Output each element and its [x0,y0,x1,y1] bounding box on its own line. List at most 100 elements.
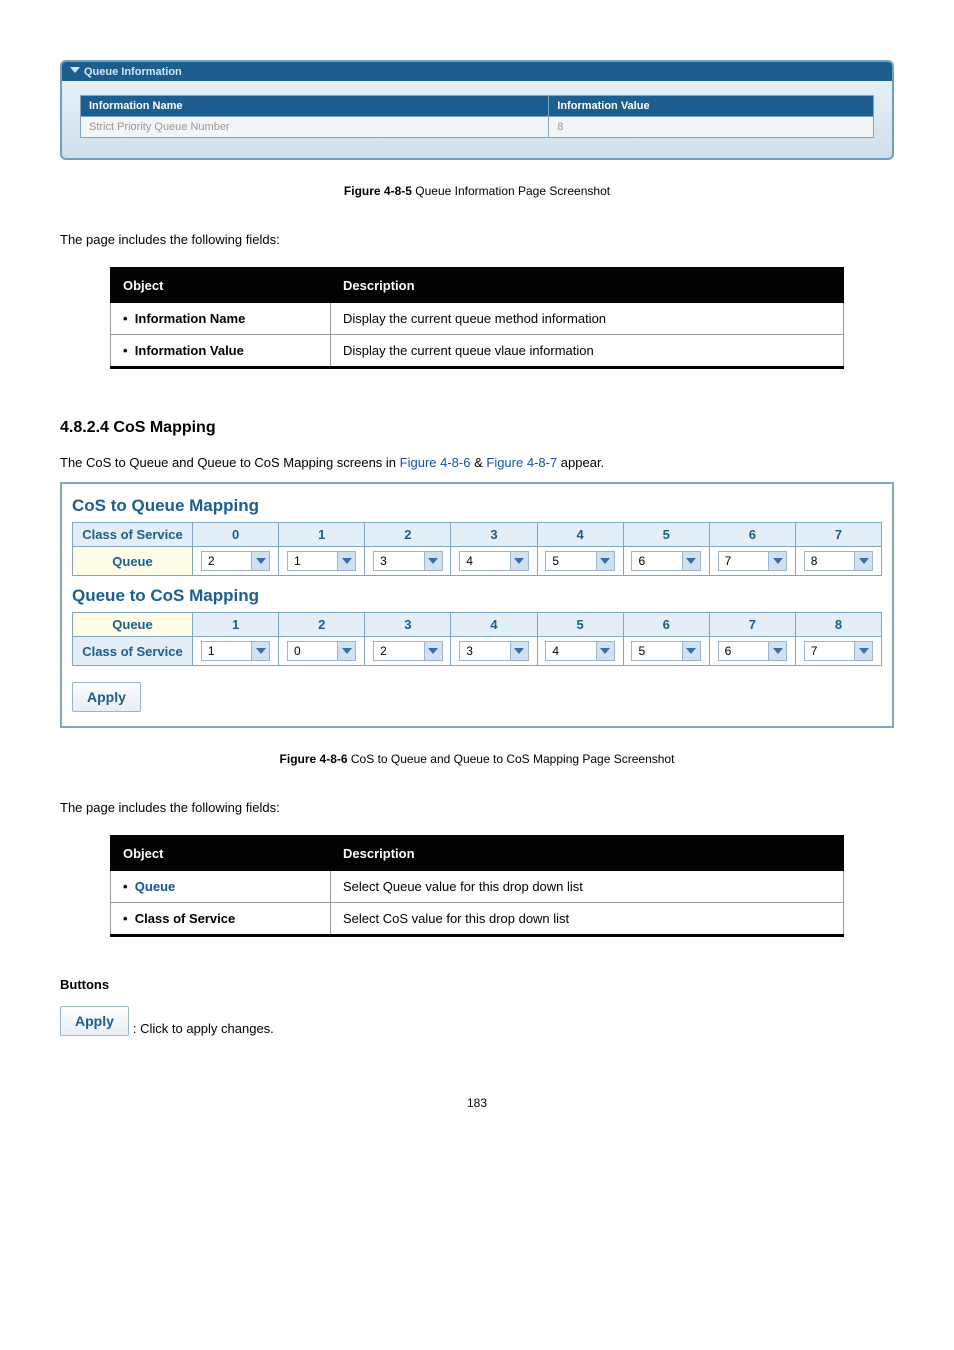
cos-select-5[interactable]: 4 [545,641,614,661]
figure-text: Queue Information Page Screenshot [415,184,610,198]
select-value: 0 [294,644,301,658]
col-header: 7 [709,613,795,637]
cos-select-4[interactable]: 3 [459,641,528,661]
table-row: Strict Priority Queue Number 8 [81,117,874,138]
queue-select-4[interactable]: 5 [545,551,614,571]
queue-select-0[interactable]: 2 [201,551,270,571]
class-of-service-label: Class of Service [73,637,193,666]
cos-to-queue-table: Class of Service 0 1 2 3 4 5 6 7 Queue 2… [72,522,882,576]
object-label: Class of Service [135,911,235,926]
cos-select-1[interactable]: 1 [201,641,270,661]
col-header: 5 [623,523,709,547]
cos-select-3[interactable]: 2 [373,641,442,661]
description-cell: Display the current queue method informa… [331,302,844,335]
select-value: 7 [725,554,732,568]
cos-select-6[interactable]: 5 [631,641,700,661]
chevron-down-icon [251,552,269,570]
object-header: Object [111,269,331,303]
chevron-down-icon [424,552,442,570]
section-intro-text: The CoS to Queue and Queue to CoS Mappin… [60,455,894,470]
chevron-down-icon [251,642,269,660]
chevron-down-icon [337,552,355,570]
table-header-row: Information Name Information Value [81,96,874,117]
select-value: 7 [811,644,818,658]
select-value: 4 [466,554,473,568]
chevron-down-icon [424,642,442,660]
cos-to-queue-title: CoS to Queue Mapping [72,496,882,516]
col-header: 4 [537,523,623,547]
section-number: 4.8.2.4 [60,419,109,436]
figure-label: Figure 4-8-5 [344,184,412,198]
col-header: 6 [709,523,795,547]
apply-button[interactable]: Apply [72,682,141,712]
col-header: 2 [365,523,451,547]
queue-select-2[interactable]: 3 [373,551,442,571]
table-row: Class of Service 1 0 2 3 4 5 6 7 [73,637,882,666]
intro-amp: & [470,455,486,470]
figure-4-8-5-caption: Figure 4-8-5 Queue Information Page Scre… [60,184,894,198]
queue-select-6[interactable]: 7 [718,551,787,571]
queue-to-cos-title: Queue to CoS Mapping [72,586,882,606]
chevron-down-icon [768,642,786,660]
select-value: 6 [725,644,732,658]
chevron-down-icon [510,642,528,660]
page-number: 183 [60,1096,894,1110]
intro-suffix: appear. [557,455,604,470]
queue-row-header: Queue [73,613,193,637]
figure-link-4-8-6[interactable]: Figure 4-8-6 [400,455,471,470]
table-row: • Information Name Display the current q… [111,302,844,335]
chevron-down-icon [682,642,700,660]
apply-description: : Click to apply changes. [133,1021,274,1036]
page-includes-text-2: The page includes the following fields: [60,800,894,815]
chevron-down-icon [854,642,872,660]
select-value: 1 [208,644,215,658]
queue-to-cos-table: Queue 1 2 3 4 5 6 7 8 Class of Service 1… [72,612,882,666]
description-header: Description [331,837,844,871]
col-header: 1 [193,613,279,637]
select-value: 2 [208,554,215,568]
queue-select-5[interactable]: 6 [631,551,700,571]
page-includes-text: The page includes the following fields: [60,232,894,247]
queue-select-1[interactable]: 1 [287,551,356,571]
select-value: 2 [380,644,387,658]
table-row: Queue 2 1 3 4 5 6 7 8 [73,547,882,576]
col-header: 3 [451,523,537,547]
chevron-down-icon [768,552,786,570]
object-cell: • Information Name [111,302,331,335]
table-header-row: Object Description [111,837,844,871]
apply-button-doc[interactable]: Apply [60,1006,129,1036]
cos-select-7[interactable]: 6 [718,641,787,661]
info-value-cell: 8 [549,117,874,138]
select-value: 4 [552,644,559,658]
select-value: 1 [294,554,301,568]
buttons-row: Apply : Click to apply changes. [60,1000,894,1036]
select-value: 5 [638,644,645,658]
select-value: 3 [466,644,473,658]
info-value-header: Information Value [549,96,874,117]
figure-link-4-8-7[interactable]: Figure 4-8-7 [486,455,557,470]
info-name-cell: Strict Priority Queue Number [81,117,549,138]
queue-information-title: Queue Information [84,66,182,78]
description-cell: Select Queue value for this drop down li… [331,870,844,903]
queue-information-header[interactable]: Queue Information [62,62,892,81]
queue-select-7[interactable]: 8 [804,551,873,571]
queue-information-panel: Queue Information Information Name Infor… [60,60,894,160]
object-cell: • Class of Service [111,903,331,936]
object-label: Information Name [135,311,246,326]
select-value: 3 [380,554,387,568]
table-header-row: Queue 1 2 3 4 5 6 7 8 [73,613,882,637]
chevron-down-icon [854,552,872,570]
cos-mapping-panel: CoS to Queue Mapping Class of Service 0 … [60,482,894,728]
queue-select-3[interactable]: 4 [459,551,528,571]
cos-select-2[interactable]: 0 [287,641,356,661]
chevron-down-icon [510,552,528,570]
cos-select-8[interactable]: 7 [804,641,873,661]
col-header: 6 [623,613,709,637]
table-row: • Queue Select Queue value for this drop… [111,870,844,903]
col-header: 7 [795,523,881,547]
table-header-row: Object Description [111,269,844,303]
table-row: • Information Value Display the current … [111,335,844,368]
queue-information-table: Information Name Information Value Stric… [80,95,874,138]
col-header: 3 [365,613,451,637]
figure-4-8-6-caption: Figure 4-8-6 CoS to Queue and Queue to C… [60,752,894,766]
